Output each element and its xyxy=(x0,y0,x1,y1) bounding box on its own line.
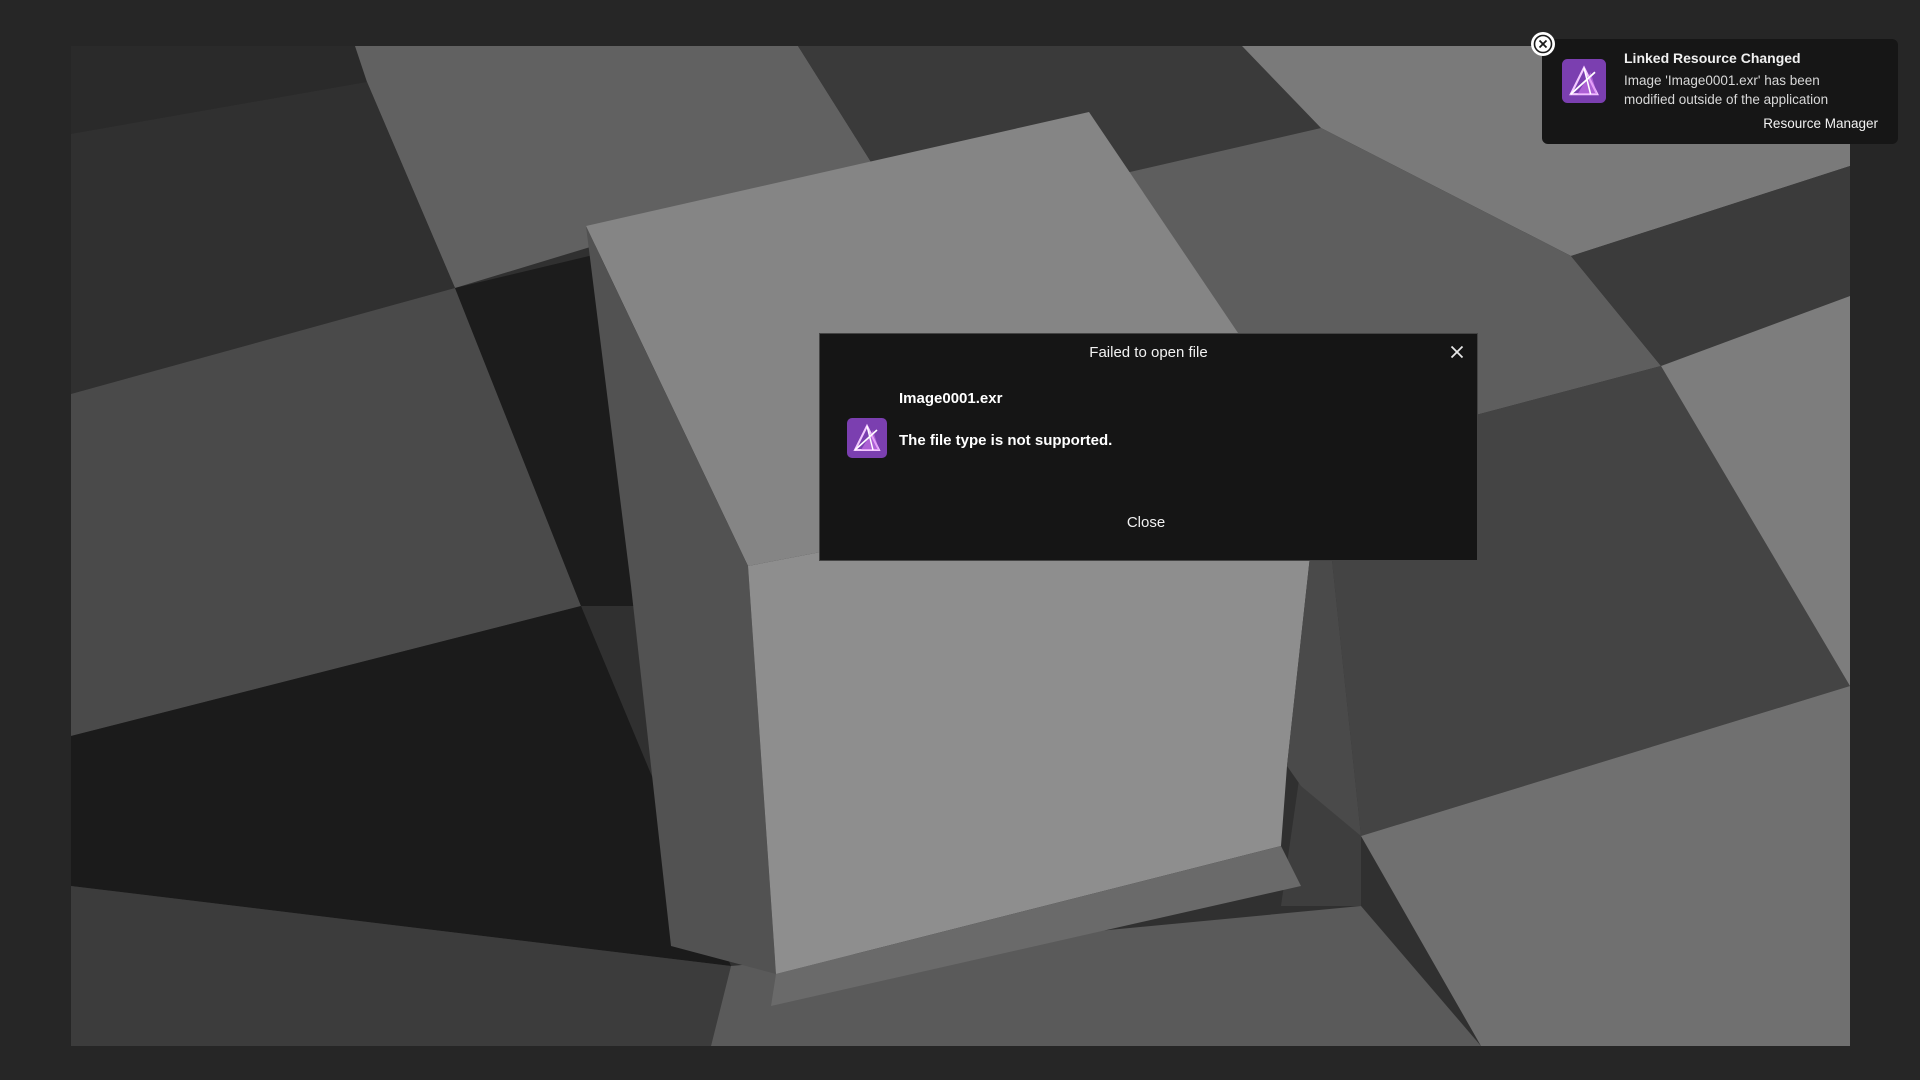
dialog-filename: Image0001.exr xyxy=(899,390,1003,407)
affinity-photo-icon xyxy=(1562,59,1606,103)
notification-body: Image 'Image0001.exr' has been modified … xyxy=(1624,73,1829,107)
notification-toast: Linked Resource Changed Image 'Image0001… xyxy=(1542,39,1898,144)
dialog-error-message: The file type is not supported. xyxy=(899,432,1113,449)
dialog-title: Failed to open file xyxy=(1089,344,1208,361)
error-dialog: Failed to open file Image0001.exr The fi… xyxy=(819,333,1478,561)
circle-x-icon[interactable] xyxy=(1531,32,1555,56)
close-x-icon[interactable] xyxy=(1447,342,1467,362)
application-window: Failed to open file Image0001.exr The fi… xyxy=(0,0,1920,1080)
affinity-photo-icon xyxy=(847,418,887,458)
notification-title: Linked Resource Changed xyxy=(1624,50,1801,66)
close-button[interactable]: Close xyxy=(1096,510,1196,536)
resource-manager-link[interactable]: Resource Manager xyxy=(1763,116,1878,131)
